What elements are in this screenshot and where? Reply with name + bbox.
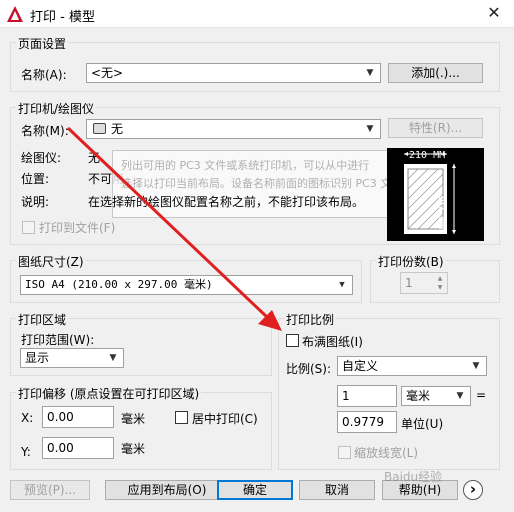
chevron-down-icon: ▼: [366, 68, 374, 78]
paper-size-title: 图纸尺寸(Z): [16, 253, 86, 270]
center-plot-checkbox[interactable]: [175, 411, 188, 424]
description-label: 说明:: [21, 195, 50, 209]
offset-y-input[interactable]: 0.00: [42, 437, 114, 459]
expand-options-button[interactable]: ›: [463, 480, 483, 500]
plot-range-combo[interactable]: 显示 ▼: [20, 348, 124, 368]
copies-value: 1: [405, 276, 413, 290]
center-plot-label: 居中打印(C): [192, 412, 258, 426]
page-setup-name-value: <无>: [91, 66, 124, 80]
scale-unit-value: 毫米: [406, 389, 431, 403]
tooltip-line-1: 列出可用的 PC3 文件或系统打印机，可以从中进行: [121, 159, 370, 172]
scale-lineweights-checkbox[interactable]: [338, 446, 351, 459]
plot-range-label: 打印范围(W):: [21, 333, 95, 347]
apply-to-layout-button[interactable]: 应用到布局(O): [105, 480, 229, 500]
chevron-right-icon: ›: [469, 480, 477, 498]
page-setup-name-label: 名称(A):: [21, 68, 67, 82]
printer-group-title: 打印机/绘图仪: [16, 100, 97, 117]
plotter-label: 绘图仪:: [21, 151, 62, 165]
scale-value2-input[interactable]: 0.9779: [337, 411, 397, 433]
description-value: 在选择新的绘图仪配置名称之前，不能打印该布局。: [88, 195, 365, 209]
printer-name-label: 名称(M):: [21, 124, 69, 138]
autocad-logo-icon: [7, 6, 23, 22]
spinner-arrows-icon: ▲ ▼: [437, 275, 443, 291]
page-setup-title: 页面设置: [16, 35, 69, 52]
printer-name-value: 无: [111, 122, 124, 136]
cancel-button[interactable]: 取消: [299, 480, 375, 500]
fit-to-paper-label: 布满图纸(I): [302, 335, 363, 349]
window-title: 打印 - 模型: [30, 10, 95, 25]
ok-button[interactable]: 确定: [217, 480, 293, 500]
offset-y-label: Y:: [21, 445, 31, 459]
preview-button[interactable]: 预览(P)...: [10, 480, 90, 500]
scale-label: 比例(S):: [286, 362, 332, 376]
offset-y-unit: 毫米: [121, 442, 146, 456]
plot-offset-title: 打印偏移 (原点设置在可打印区域): [16, 385, 202, 402]
scale-combo[interactable]: 自定义 ▼: [337, 356, 487, 376]
offset-x-unit: 毫米: [121, 412, 146, 426]
chevron-down-icon: ▼: [366, 124, 374, 134]
printer-icon: [93, 123, 106, 134]
offset-x-label: X:: [21, 411, 34, 425]
location-label: 位置:: [21, 172, 50, 186]
copies-spinner[interactable]: 1 ▲ ▼: [400, 272, 448, 294]
scale-unit-combo[interactable]: 毫米 ▼: [401, 386, 471, 406]
chevron-down-icon: ▼: [109, 353, 117, 363]
offset-x-input[interactable]: 0.00: [42, 406, 114, 428]
print-to-file-label: 打印到文件(F): [39, 221, 116, 235]
fit-to-paper-checkbox[interactable]: [286, 334, 299, 347]
paper-size-combo[interactable]: ISO A4 (210.00 x 297.00 毫米) ▼: [20, 275, 353, 295]
chevron-down-icon: ▼: [456, 391, 464, 401]
copies-title: 打印份数(B): [376, 253, 446, 270]
scale-equals: =: [476, 388, 487, 402]
printer-properties-button[interactable]: 特性(R)...: [388, 118, 483, 138]
printer-name-combo[interactable]: 无 ▼: [86, 119, 381, 139]
paper-preview: 210 MM 297 MM: [387, 148, 484, 241]
chevron-down-icon: ▼: [472, 361, 480, 371]
plot-area-title: 打印区域: [16, 311, 69, 328]
scale-unit-label: 单位(U): [401, 417, 444, 431]
title-bar: 打印 - 模型 ✕: [0, 0, 514, 28]
scale-value: 自定义: [342, 359, 379, 373]
chevron-down-icon: ▼: [339, 280, 345, 290]
plotter-value: 无: [88, 151, 101, 165]
add-page-setup-button[interactable]: 添加(.)...: [388, 63, 483, 83]
tooltip-line-2: 选择以打印当前布局。设备名称前面的图标识别 PC3 文件或: [121, 177, 402, 190]
plot-scale-title: 打印比例: [284, 311, 337, 328]
watermark: Baidu经验: [384, 470, 443, 484]
plot-range-value: 显示: [25, 351, 50, 365]
preview-height-label: 297 MM: [436, 193, 447, 230]
scale-value1-input[interactable]: 1: [337, 385, 397, 407]
scale-lineweights-label: 缩放线宽(L): [354, 446, 419, 460]
preview-width-label: 210 MM: [409, 150, 446, 161]
print-to-file-checkbox[interactable]: [22, 221, 35, 234]
close-button[interactable]: ✕: [474, 0, 514, 28]
paper-size-value: ISO A4 (210.00 x 297.00 毫米): [25, 278, 213, 291]
page-setup-name-combo[interactable]: <无> ▼: [86, 63, 381, 83]
